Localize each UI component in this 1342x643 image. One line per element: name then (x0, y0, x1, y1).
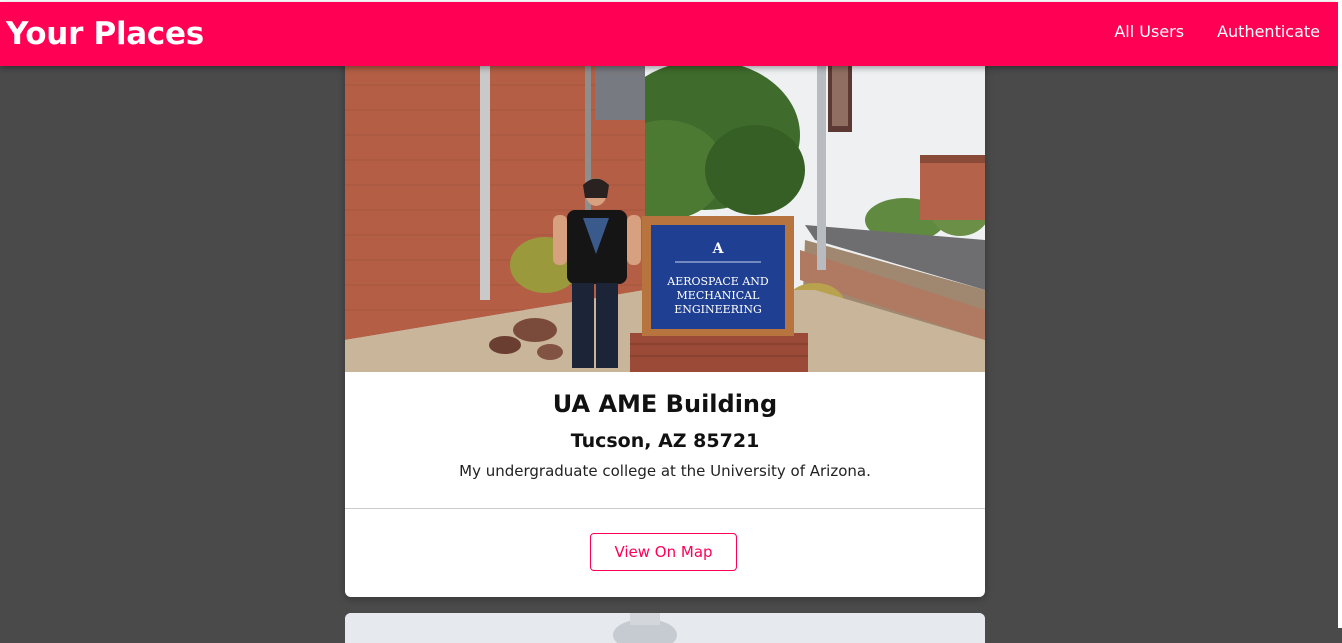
place-image: A AEROSPACE AND MECHANICAL ENGINEERING (345, 40, 985, 372)
sign-line-2: MECHANICAL (677, 289, 761, 302)
app-title[interactable]: Your Places (6, 16, 204, 52)
place-card: A AEROSPACE AND MECHANICAL ENGINEERING U… (345, 40, 985, 597)
sign-line-1: AEROSPACE AND (666, 275, 769, 288)
sign-line-3: ENGINEERING (674, 303, 762, 316)
view-on-map-button[interactable]: View On Map (590, 533, 737, 571)
main-header: Your Places All Users Authenticate (0, 2, 1338, 66)
place-description: My undergraduate college at the Universi… (459, 462, 871, 480)
place-title: UA AME Building (552, 390, 778, 418)
scrollbar-track[interactable] (1338, 0, 1342, 628)
main-navigation: All Users Authenticate (1081, 22, 1320, 41)
place-address: Tucson, AZ 85721 (570, 430, 760, 452)
nav-link-authenticate[interactable]: Authenticate (1217, 22, 1320, 41)
next-place-image (345, 613, 985, 643)
card-divider (345, 508, 985, 509)
next-place-card (345, 613, 985, 643)
nav-link-all-users[interactable]: All Users (1114, 22, 1184, 41)
svg-text:A: A (712, 241, 725, 257)
